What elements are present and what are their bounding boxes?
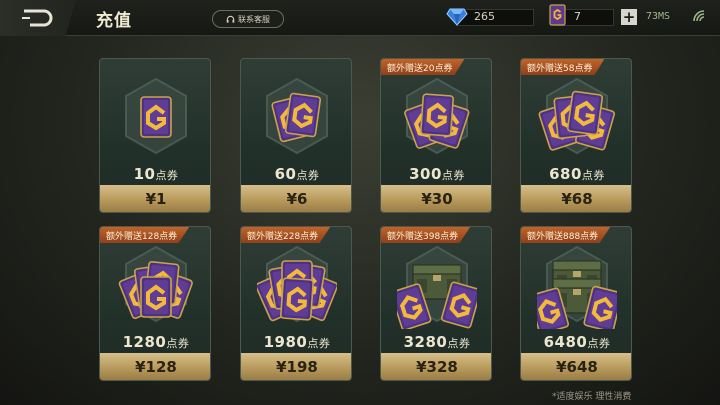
ticket-crate-icon: [397, 245, 477, 329]
bonus-ribbon: 额外赠送228点券: [241, 227, 331, 243]
package-amount-value: 300: [409, 165, 442, 183]
price-button[interactable]: ¥648: [521, 353, 631, 380]
ticket-stack-icon: [404, 77, 470, 155]
bonus-ribbon: 额外赠送58点券: [521, 59, 605, 75]
page-title: 充值: [96, 11, 132, 31]
contact-service-label: 联系客服: [238, 14, 270, 24]
ping-readout: 73MS: [646, 11, 671, 22]
top-bar: 充值 联系客服 265 7 + 73MS: [0, 0, 720, 36]
price-button[interactable]: ¥328: [381, 353, 491, 380]
bonus-ribbon: 额外赠送128点券: [100, 227, 190, 243]
package-amount-value: 3280: [403, 333, 448, 351]
package-amount-unit: 点券: [307, 337, 331, 350]
package-amount-value: 1280: [122, 333, 167, 351]
price-button[interactable]: ¥198: [241, 353, 351, 380]
recharge-package-card[interactable]: 额外赠送128点券 1280点券 ¥128: [99, 226, 211, 381]
contact-service-button[interactable]: 联系客服: [212, 10, 284, 28]
ticket-crate-icon: [537, 245, 617, 329]
recharge-package-card[interactable]: 10点券 ¥1: [99, 58, 211, 213]
package-amount-unit: 点券: [447, 337, 471, 350]
ticket-icon: [549, 4, 566, 26]
package-amount-unit: 点券: [581, 169, 605, 182]
ticket-stack-icon: [125, 77, 187, 155]
back-arrow-icon: [22, 9, 53, 27]
recharge-package-card[interactable]: 额外赠送20点券 300点券 ¥30: [380, 58, 492, 213]
headset-icon: [226, 15, 235, 23]
package-amount-value: 60: [274, 165, 297, 183]
add-currency-button[interactable]: +: [621, 9, 637, 25]
package-amount-unit: 点券: [587, 337, 611, 350]
recharge-package-card[interactable]: 额外赠送228点券 1980点券 ¥198: [240, 226, 352, 381]
package-amount: 10点券: [100, 165, 210, 183]
bonus-ribbon: 额外赠送888点券: [521, 227, 611, 243]
responsible-gaming-note: *适度娱乐 理性消费: [552, 392, 632, 402]
package-amount: 1980点券: [241, 333, 351, 351]
back-button[interactable]: [0, 0, 76, 36]
package-amount-unit: 点券: [296, 169, 320, 182]
recharge-package-card[interactable]: 额外赠送398点券 3280点券 ¥328: [380, 226, 492, 381]
package-amount-value: 10: [133, 165, 156, 183]
package-amount: 1280点券: [100, 333, 210, 351]
package-amount: 680点券: [521, 165, 631, 183]
ticket-balance: 7: [574, 10, 581, 23]
package-amount-unit: 点券: [441, 169, 465, 182]
wifi-signal-icon: [693, 10, 705, 22]
price-button[interactable]: ¥1: [100, 185, 210, 212]
package-amount: 300点券: [381, 165, 491, 183]
gem-balance: 265: [474, 10, 495, 23]
package-amount: 3280点券: [381, 333, 491, 351]
package-amount: 60点券: [241, 165, 351, 183]
package-amount-value: 6480: [543, 333, 588, 351]
bonus-ribbon: 额外赠送20点券: [381, 59, 465, 75]
recharge-package-card[interactable]: 额外赠送58点券 680点券 ¥68: [520, 58, 632, 213]
recharge-package-card[interactable]: 额外赠送888点券 6480点券 ¥648: [520, 226, 632, 381]
diamond-icon: [446, 8, 468, 26]
package-amount-value: 680: [549, 165, 582, 183]
package-amount-unit: 点券: [166, 337, 190, 350]
package-amount: 6480点券: [521, 333, 631, 351]
ticket-stack-icon: [118, 245, 193, 323]
bonus-ribbon: 额外赠送398点券: [381, 227, 471, 243]
package-amount-unit: 点券: [155, 169, 179, 182]
recharge-package-card[interactable]: 60点券 ¥6: [240, 58, 352, 213]
ticket-stack-icon: [257, 245, 337, 323]
price-button[interactable]: ¥68: [521, 185, 631, 212]
price-button[interactable]: ¥30: [381, 185, 491, 212]
ticket-stack-icon: [266, 77, 328, 155]
price-button[interactable]: ¥6: [241, 185, 351, 212]
package-amount-value: 1980: [263, 333, 308, 351]
ticket-stack-icon: [538, 77, 616, 155]
price-button[interactable]: ¥128: [100, 353, 210, 380]
